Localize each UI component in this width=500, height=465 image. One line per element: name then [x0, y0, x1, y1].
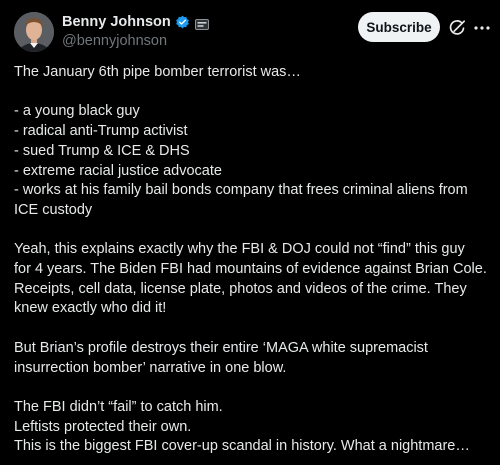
post-line: But Brian’s profile destroys their entir… [14, 339, 428, 356]
post-line: Yeah, this explains exactly why the FBI … [14, 241, 465, 258]
post-text: The January 6th pipe bomber terrorist wa… [14, 63, 492, 457]
subscribe-button[interactable]: Subscribe [358, 12, 440, 42]
post-line: - radical anti-Trump activist [14, 123, 188, 140]
post-line: - works at his family bail bonds company… [14, 182, 468, 199]
post-line: The January 6th pipe bomber terrorist wa… [14, 64, 301, 80]
post-line: - sued Trump & ICE & DHS [14, 142, 190, 159]
affiliation-badge-icon[interactable] [194, 17, 209, 30]
post-line: knew exactly who did it! [14, 300, 167, 317]
post-line: Receipts, cell data, license plate, phot… [14, 280, 467, 297]
post-line: ICE custody [14, 201, 93, 218]
post-line: - extreme racial justice advocate [14, 162, 222, 179]
post-line: The FBI didn’t “fail” to catch him. [14, 398, 223, 415]
display-name[interactable]: Benny Johnson [62, 14, 171, 30]
post-line: for 4 years. The Biden FBI had mountains… [14, 261, 487, 277]
post: Benny Johnson @bennyjohnson Subscribe Th… [0, 0, 500, 465]
avatar[interactable] [14, 12, 54, 52]
post-line: Leftists protected their own. [14, 418, 192, 435]
more-options-icon[interactable] [472, 17, 492, 37]
post-header: Benny Johnson @bennyjohnson Subscribe [14, 12, 490, 52]
post-line: This is the biggest FBI cover-up scandal… [14, 438, 470, 455]
grok-icon[interactable] [448, 19, 466, 37]
handle[interactable]: @bennyjohnson [62, 33, 209, 49]
post-line: - a young black guy [14, 103, 140, 120]
author-info: Benny Johnson @bennyjohnson [62, 13, 209, 49]
post-line: insurrection bomber’ narrative in one bl… [14, 359, 287, 376]
verified-badge-icon [175, 15, 190, 30]
